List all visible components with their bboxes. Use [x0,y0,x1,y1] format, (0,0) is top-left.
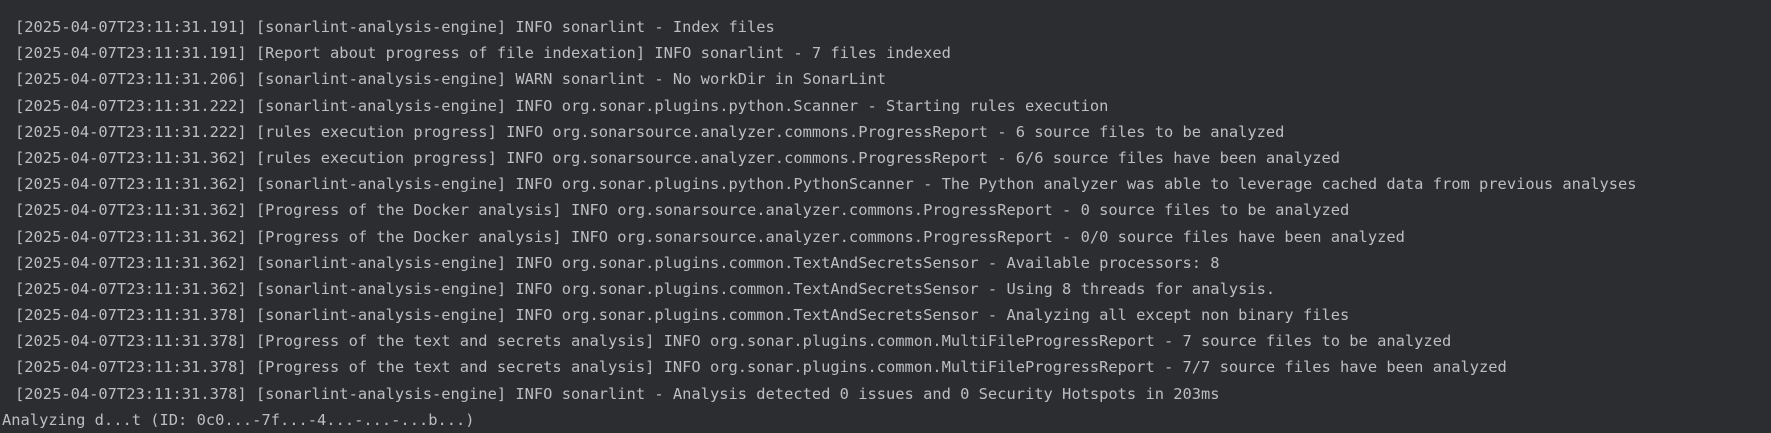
log-line: [2025-04-07T23:11:31.362] [sonarlint-ana… [15,279,1276,298]
log-line-partial: Analyzing d...t (ID: 0c0...-7f...-4...-.… [2,411,475,429]
log-line: [2025-04-07T23:11:31.362] [sonarlint-ana… [15,253,1220,272]
log-line: [2025-04-07T23:11:31.362] [Progress of t… [15,201,1350,220]
log-list: [2025-04-07T23:11:31.191] [sonarlint-ana… [15,14,1771,407]
log-line: [2025-04-07T23:11:31.362] [rules executi… [15,148,1341,167]
log-line: [2025-04-07T23:11:31.378] [Progress of t… [15,332,1452,351]
log-line: [2025-04-07T23:11:31.191] [sonarlint-ana… [15,18,775,36]
log-line: [2025-04-07T23:11:31.222] [rules executi… [15,122,1285,141]
log-line: [2025-04-07T23:11:31.191] [Report about … [15,44,951,63]
log-line: [2025-04-07T23:11:31.222] [sonarlint-ana… [15,96,1109,115]
log-line: [2025-04-07T23:11:31.362] [sonarlint-ana… [15,175,1637,194]
log-line: [2025-04-07T23:11:31.378] [Progress of t… [15,358,1507,377]
log-line: [2025-04-07T23:11:31.206] [sonarlint-ana… [15,70,886,89]
log-line: [2025-04-07T23:11:31.362] [Progress of t… [15,227,1405,246]
log-line: [2025-04-07T23:11:31.378] [sonarlint-ana… [15,306,1350,325]
console-output[interactable]: [2025-04-07T23:11:31.191] [sonarlint-ana… [0,0,1771,429]
log-line: [2025-04-07T23:11:31.378] [sonarlint-ana… [15,384,1220,403]
